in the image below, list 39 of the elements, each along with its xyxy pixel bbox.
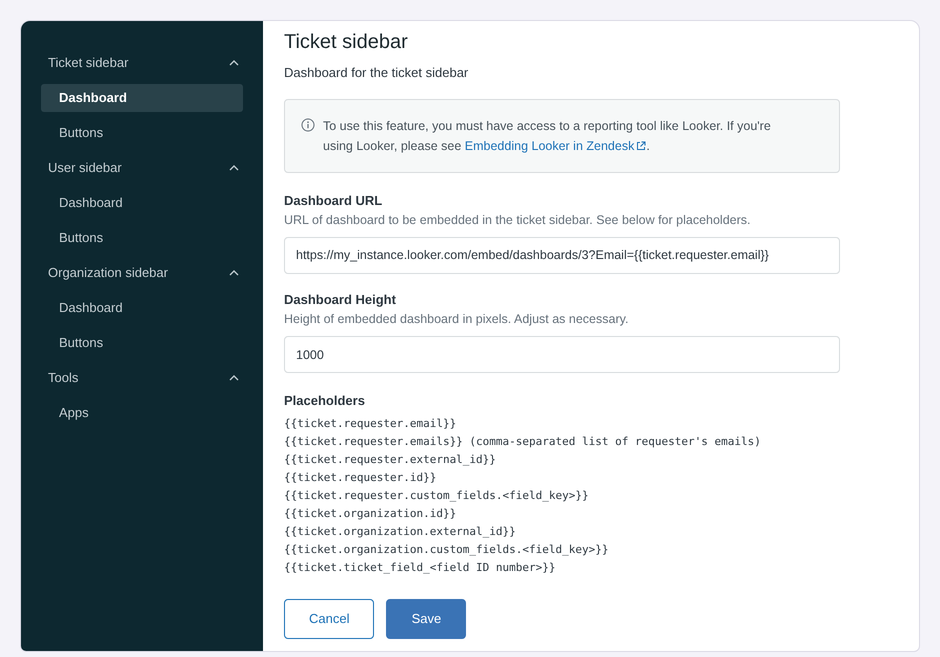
- save-button[interactable]: Save: [386, 598, 466, 638]
- section-header[interactable]: Tools: [41, 360, 243, 395]
- field-hint: URL of dashboard to be embedded in the ticket sidebar. See below for placeholders.: [284, 212, 752, 229]
- sidebar-item[interactable]: Dashboard: [41, 84, 243, 112]
- cancel-button[interactable]: Cancel: [284, 598, 374, 638]
- chevron-up-icon: [229, 374, 239, 380]
- page-title: Ticket sidebar: [284, 30, 409, 55]
- placeholder-code: {{ticket.organization.custom_fields.<field_key>}}: [284, 542, 610, 558]
- placeholder-code: {{ticket.requester.custom_fields.<field_key>}}: [284, 488, 590, 504]
- field-hint: Height of embedded dashboard in pixels. Adjust as necessary.: [284, 311, 630, 328]
- placeholder-code: {{ticket.requester.id}}: [284, 470, 438, 486]
- field-label: Dashboard URL: [284, 192, 384, 210]
- section-header[interactable]: Organization sidebar: [41, 255, 243, 290]
- placeholder-code: {{ticket.organization.external_id}}: [284, 524, 517, 540]
- section-header[interactable]: Ticket sidebar: [41, 45, 243, 80]
- sidebar-item[interactable]: Apps: [41, 398, 243, 426]
- info-icon: [301, 118, 315, 132]
- embedding-link[interactable]: Embedding Looker in Zendesk: [464, 136, 646, 156]
- placeholder-code: {{ticket.requester.email}}: [284, 416, 458, 432]
- placeholder-code: {{ticket.ticket_field_<field ID number>}}: [284, 560, 557, 576]
- section-header[interactable]: User sidebar: [41, 150, 243, 185]
- placeholder-code: {{ticket.organization.id}}: [284, 506, 458, 522]
- sidebar-item[interactable]: Dashboard: [41, 188, 243, 216]
- page-subtitle: Dashboard for the ticket sidebar: [284, 64, 470, 82]
- sidebar-item[interactable]: Buttons: [41, 328, 243, 356]
- text-field[interactable]: https://my_instance.looker.com/embed/dashboards/3?Email={{ticket.requester.email}}: [284, 236, 840, 274]
- sidebar-item[interactable]: Dashboard: [41, 294, 243, 322]
- sidebar-item[interactable]: Buttons: [41, 118, 243, 146]
- placeholders-title: Placeholders: [284, 392, 366, 410]
- sidebar-item[interactable]: Buttons: [41, 224, 243, 252]
- chevron-up-icon: [229, 60, 239, 66]
- external-link-icon: [636, 140, 646, 150]
- chevron-up-icon: [229, 270, 239, 276]
- field-label: Dashboard Height: [284, 290, 397, 309]
- placeholder-code: {{ticket.requester.emails}} (comma-separated list of requester's emails): [284, 434, 762, 450]
- placeholder-code: {{ticket.requester.external_id}}: [284, 452, 497, 468]
- notice-text: To use this feature, you must have access to a reporting tool like Looker. If you're using Looker, please see Embedding Looker in Zendesk .: [323, 116, 779, 156]
- text-field[interactable]: 1000: [284, 336, 840, 373]
- chevron-up-icon: [229, 164, 239, 170]
